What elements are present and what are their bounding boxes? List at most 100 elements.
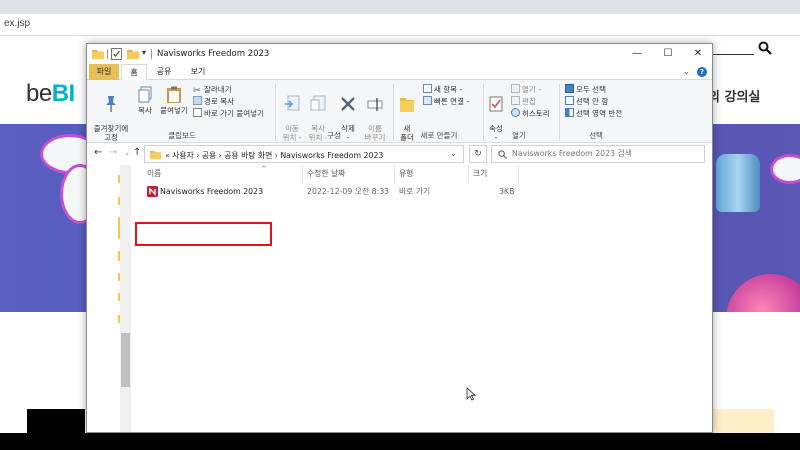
properties-check-icon[interactable] <box>111 48 122 60</box>
easy-access-label: 빠른 연결 - <box>434 97 470 106</box>
new-item-button[interactable]: 새 항목 - <box>423 84 462 95</box>
file-type: 바로 가기 <box>399 187 431 196</box>
paste-shortcut-button[interactable]: 바로 가기 붙여넣기 <box>193 108 264 119</box>
properties-button[interactable]: 속성 - <box>486 86 506 142</box>
file-size: 3KB <box>499 187 515 196</box>
move-to-icon <box>285 95 300 111</box>
edit-button[interactable]: 편집 <box>511 96 536 107</box>
site-black-block <box>27 409 85 433</box>
open-label: 열기 - <box>522 85 541 94</box>
open-icon <box>511 84 520 93</box>
ribbon-home: 즐겨찾기에 고정 복사 붙여넣기 ✂ 잘라내기 경로 복사 바로 가기 붙여넣기 … <box>87 80 712 143</box>
ribbon-separator <box>483 84 484 140</box>
copy-path-icon <box>193 96 202 105</box>
ribbon-collapse-icon[interactable]: ⌄ <box>683 67 690 76</box>
maximize-button[interactable]: ☐ <box>653 46 683 62</box>
pin-to-quick-access-button[interactable]: 즐겨찾기에 고정 <box>89 86 133 142</box>
table-row[interactable]: Navisworks Freedom 2023 2022-12-09 오전 8:… <box>135 183 712 201</box>
red-highlight-box <box>135 222 272 246</box>
copy-button[interactable]: 복사 <box>134 86 156 115</box>
navisworks-app-icon <box>147 186 158 197</box>
column-header-size[interactable]: 크기 <box>469 165 519 183</box>
scissors-icon: ✂ <box>193 86 201 96</box>
copy-label: 복사 <box>138 106 152 115</box>
tab-home[interactable]: 홈 <box>121 64 147 81</box>
titlebar-separator <box>151 49 152 59</box>
select-none-button[interactable]: 선택 안 함 <box>565 96 608 107</box>
file-name: Navisworks Freedom 2023 <box>160 187 264 196</box>
paste-label: 붙여넣기 <box>160 106 188 115</box>
nav-pane-scrollbar[interactable] <box>120 165 131 432</box>
address-folder-icon <box>150 150 161 160</box>
explorer-window: ▾ Navisworks Freedom 2023 — ☐ ✕ 파일 홈 공유 … <box>86 43 713 433</box>
column-header-name[interactable]: 이름 <box>143 165 303 183</box>
explorer-titlebar[interactable]: ▾ Navisworks Freedom 2023 — ☐ ✕ <box>87 44 712 64</box>
group-label-clipboard: 클립보드 <box>168 131 196 140</box>
select-all-icon <box>565 84 574 93</box>
select-all-button[interactable]: 모두 선택 <box>565 84 606 95</box>
search-box[interactable] <box>491 145 705 163</box>
forward-arrow-icon[interactable]: → <box>109 147 117 158</box>
edit-icon <box>511 96 520 105</box>
quick-access-dropdown-icon[interactable]: ▾ <box>142 48 146 57</box>
browser-address-bar[interactable]: ex.jsp <box>0 14 800 36</box>
new-item-label: 새 항목 - <box>434 85 463 94</box>
minimize-button[interactable]: — <box>622 46 652 62</box>
open-button[interactable]: 열기 - <box>511 84 541 95</box>
site-nav-lecture[interactable]: 의 강의실 <box>708 86 760 105</box>
copy-icon <box>138 86 152 103</box>
tab-share[interactable]: 공유 <box>149 64 179 80</box>
column-header-type[interactable]: 유형 <box>395 165 469 183</box>
file-date: 2022-12-09 오전 8:33 <box>307 187 390 196</box>
tab-file[interactable]: 파일 <box>89 64 119 80</box>
copy-path-button[interactable]: 경로 복사 <box>193 96 234 107</box>
paste-shortcut-label: 바로 가기 붙여넣기 <box>204 109 264 118</box>
window-title: Navisworks Freedom 2023 <box>157 49 270 59</box>
mouse-cursor-icon <box>466 387 476 401</box>
copy-path-label: 경로 복사 <box>204 97 234 106</box>
delete-x-icon <box>341 97 355 111</box>
refresh-icon[interactable]: ↻ <box>469 145 487 163</box>
properties-icon <box>489 96 503 112</box>
up-arrow-icon[interactable]: ↑ <box>133 147 141 158</box>
new-folder-large-icon <box>400 98 414 112</box>
confetti-ribbon-decoration <box>770 154 800 184</box>
site-logo[interactable]: beBI <box>26 80 75 108</box>
browser-url-text: ex.jsp <box>4 18 31 29</box>
invert-selection-icon <box>565 108 574 117</box>
help-icon[interactable]: ? <box>697 67 707 77</box>
clipboard-icon <box>167 86 181 103</box>
file-list[interactable]: ^ 이름 수정한 날짜 유형 크기 Navisworks Freedom 202… <box>131 165 712 432</box>
search-icon[interactable] <box>758 41 772 55</box>
address-bar[interactable]: « 사용자 › 공용 › 공용 바탕 화면 › Navisworks Freed… <box>144 145 464 163</box>
paste-shortcut-icon <box>193 108 202 117</box>
new-folder-icon[interactable] <box>127 48 139 60</box>
history-button[interactable]: 히스토리 <box>511 108 550 119</box>
search-input[interactable] <box>512 149 697 158</box>
paste-button[interactable]: 붙여넣기 <box>157 86 191 115</box>
ribbon-tabs: 파일 홈 공유 보기 ⌄ ? <box>87 64 712 81</box>
site-yellow-block <box>713 409 774 433</box>
column-header-date[interactable]: 수정한 날짜 <box>303 165 395 183</box>
rename-button[interactable]: 이름 바꾸기 <box>362 86 388 142</box>
select-all-label: 모두 선택 <box>576 85 606 94</box>
close-button[interactable]: ✕ <box>683 46 712 62</box>
easy-access-button[interactable]: 빠른 연결 - <box>423 96 469 107</box>
group-label-open: 열기 <box>512 131 526 140</box>
search-box-icon <box>498 150 507 159</box>
move-to-button[interactable]: 이동 위치 - <box>279 86 305 142</box>
recent-locations-icon[interactable]: ⌄ <box>124 149 130 157</box>
history-label: 히스토리 <box>522 109 550 118</box>
invert-selection-button[interactable]: 선택 영역 반전 <box>565 108 622 119</box>
tab-view[interactable]: 보기 <box>183 64 213 80</box>
history-icon <box>511 108 520 117</box>
scrollbar-thumb[interactable] <box>121 333 130 387</box>
group-label-organize: 구성 <box>327 131 341 140</box>
address-dropdown-icon[interactable]: ⌄ <box>450 149 457 158</box>
site-logo-accent: BI <box>51 80 76 107</box>
group-label-select: 선택 <box>589 131 603 140</box>
back-arrow-icon[interactable]: ← <box>94 147 102 158</box>
cut-button[interactable]: ✂ 잘라내기 <box>193 84 232 96</box>
site-logo-prefix: be <box>26 80 52 107</box>
ribbon-separator <box>275 84 276 140</box>
